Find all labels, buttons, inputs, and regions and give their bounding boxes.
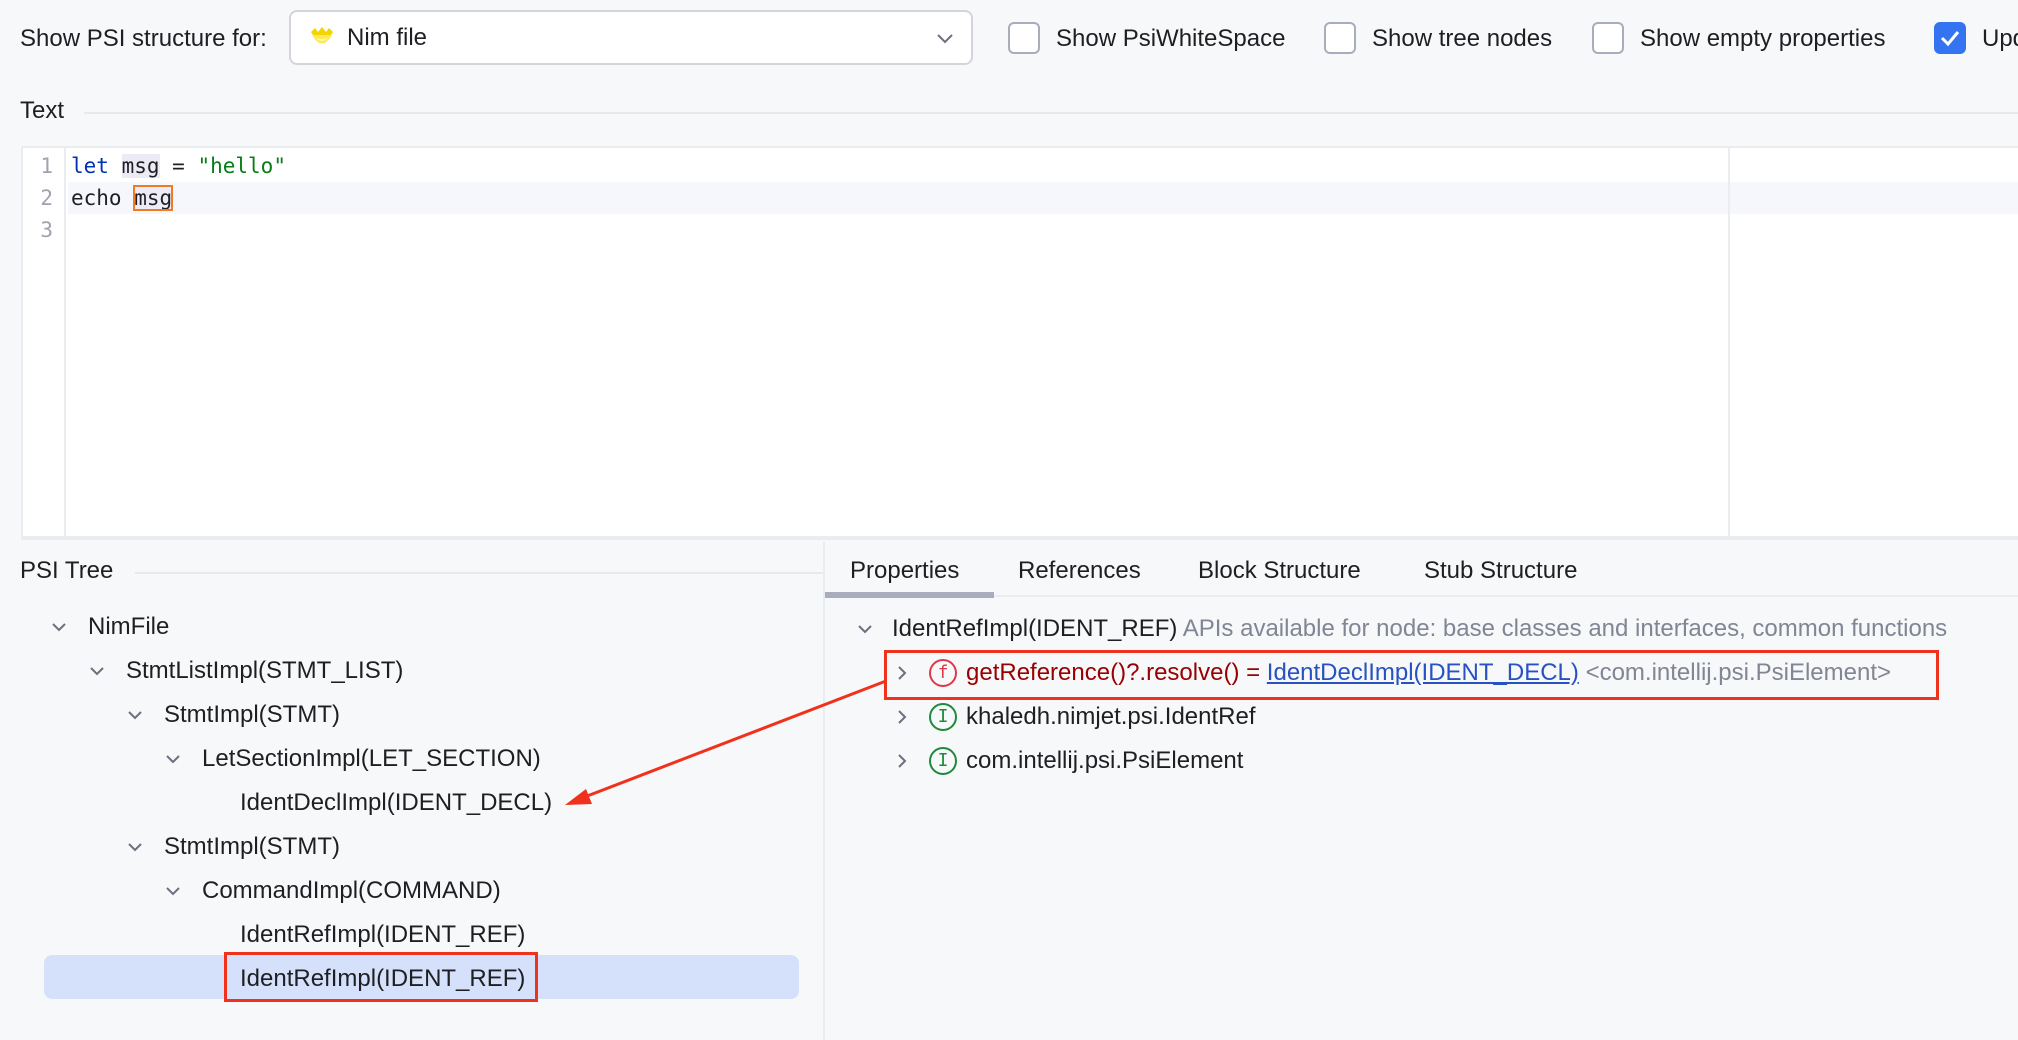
keyword-let: let (71, 154, 109, 178)
resolve-target-link[interactable]: IdentDeclImpl(IDENT_DECL) (1267, 659, 1579, 686)
tree-node[interactable]: NimFile (88, 612, 169, 642)
string-literal: "hello" (197, 154, 286, 178)
properties-root-hint: APIs available for node: base classes an… (1182, 615, 1948, 642)
line-number-gutter: 1 2 3 (23, 148, 66, 536)
property-expression: getReference()?.resolve() = (966, 659, 1267, 686)
tab-references[interactable]: References (1018, 556, 1141, 586)
tab-stub-structure[interactable]: Stub Structure (1424, 556, 1577, 586)
tree-node[interactable]: IdentDeclImpl(IDENT_DECL) (240, 788, 552, 818)
show-empty-properties-checkbox[interactable] (1592, 22, 1624, 54)
line-number: 2 (40, 186, 53, 210)
text-section-title: Text (20, 97, 65, 124)
tree-node[interactable]: StmtListImpl(STMT_LIST) (126, 656, 403, 686)
show-tree-nodes-checkbox[interactable] (1324, 22, 1356, 54)
identifier-msg-ref-caret[interactable]: msg (133, 185, 174, 211)
text-section-divider (84, 112, 2018, 114)
chevron-right-icon[interactable] (893, 664, 911, 682)
update-checkbox[interactable] (1934, 22, 1966, 54)
chevron-down-icon[interactable] (126, 838, 144, 856)
code-line-1[interactable]: let msg = "hello" (68, 150, 2018, 182)
code-echo: echo (71, 186, 135, 210)
show-tree-nodes-label[interactable]: Show tree nodes (1372, 24, 1552, 54)
property-item-resolve[interactable]: getReference()?.resolve() = IdentDeclImp… (966, 658, 1891, 688)
right-margin-guide (1728, 148, 1730, 536)
file-type-dropdown[interactable]: Nim file (289, 10, 973, 65)
chevron-down-icon (937, 34, 953, 44)
file-type-value: Nim file (347, 24, 428, 51)
checkmark-icon (1940, 31, 1960, 47)
tabs-divider (994, 595, 2018, 597)
chevron-right-icon[interactable] (893, 752, 911, 770)
chevron-down-icon[interactable] (164, 882, 182, 900)
tree-node[interactable]: LetSectionImpl(LET_SECTION) (202, 744, 541, 774)
property-item-psielement[interactable]: com.intellij.psi.PsiElement (966, 746, 1243, 776)
code-line-3[interactable] (68, 214, 2018, 246)
identifier-msg-decl: msg (121, 154, 160, 178)
tab-properties[interactable]: Properties (850, 556, 959, 586)
chevron-right-icon[interactable] (893, 708, 911, 726)
tree-node[interactable]: CommandImpl(COMMAND) (202, 876, 501, 906)
chevron-down-icon[interactable] (164, 750, 182, 768)
arrow-shaft (581, 679, 887, 800)
psi-tree-divider (135, 572, 823, 574)
property-type: <com.intellij.psi.PsiElement> (1585, 659, 1892, 686)
annotation-box-selected-node (224, 952, 538, 1002)
line-number: 3 (40, 218, 53, 242)
active-tab-indicator (825, 592, 994, 598)
properties-root-label: IdentRefImpl(IDENT_REF) (892, 615, 1178, 642)
show-psiwhitespace-label[interactable]: Show PsiWhiteSpace (1056, 24, 1285, 54)
update-label[interactable]: Upd (1982, 24, 2018, 54)
interface-badge-icon: I (929, 747, 957, 775)
property-item-identref[interactable]: khaledh.nimjet.psi.IdentRef (966, 702, 1256, 732)
tab-block-structure[interactable]: Block Structure (1198, 556, 1361, 586)
code-operator: = (159, 154, 198, 178)
chevron-down-icon[interactable] (50, 618, 68, 636)
chevron-down-icon[interactable] (126, 706, 144, 724)
psi-structure-label: Show PSI structure for: (20, 25, 267, 52)
show-empty-properties-label[interactable]: Show empty properties (1640, 24, 1885, 54)
line-number: 1 (40, 154, 53, 178)
tree-node[interactable]: IdentRefImpl(IDENT_REF) (240, 920, 525, 950)
show-psiwhitespace-checkbox[interactable] (1008, 22, 1040, 54)
chevron-down-icon[interactable] (856, 620, 874, 638)
tree-node[interactable]: StmtImpl(STMT) (164, 700, 340, 730)
arrow-head (565, 789, 592, 805)
text-editor[interactable]: 1 2 3 let msg = "hello" echo msg (21, 146, 2018, 540)
function-badge-icon: f (929, 659, 957, 687)
code-line-2[interactable]: echo msg (68, 182, 2018, 214)
properties-root-node[interactable]: IdentRefImpl(IDENT_REF) APIs available f… (892, 614, 1947, 644)
psi-tree-title: PSI Tree (20, 557, 114, 584)
nim-crown-icon (311, 27, 333, 44)
chevron-down-icon[interactable] (88, 662, 106, 680)
interface-badge-icon: I (929, 703, 957, 731)
panel-splitter[interactable] (823, 542, 825, 1040)
tree-node[interactable]: StmtImpl(STMT) (164, 832, 340, 862)
